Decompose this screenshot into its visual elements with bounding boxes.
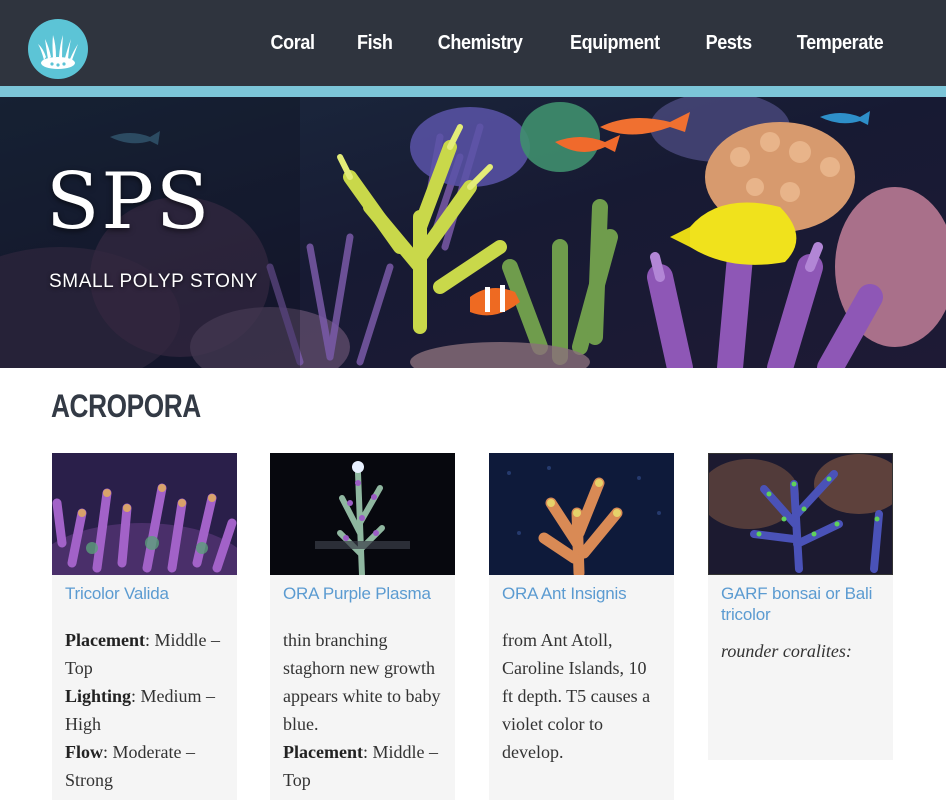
- nav-item-equipment[interactable]: Equipment: [570, 32, 660, 55]
- coral-logo-icon[interactable]: [28, 19, 88, 79]
- coral-card-garf-bonsai: GARF bonsai or Bali tricolor rounder cor…: [708, 453, 893, 760]
- placement-label: Placement: [65, 630, 145, 650]
- nav-item-temperate[interactable]: Temperate: [797, 32, 884, 55]
- section-title: ACROPORA: [51, 388, 201, 424]
- coral-photo[interactable]: [52, 453, 237, 575]
- coral-name-link[interactable]: ORA Purple Plasma: [270, 575, 455, 604]
- coral-name-link[interactable]: GARF bonsai or Bali tricolor: [708, 575, 893, 625]
- coral-description: thin branching staghorn new growth appea…: [283, 630, 441, 790]
- header-accent-bar: [0, 86, 946, 97]
- coral-photo[interactable]: [270, 453, 455, 575]
- nav-item-chemistry[interactable]: Chemistry: [437, 32, 522, 55]
- coral-description: Placement: Middle – Top Lighting: Medium…: [65, 630, 220, 790]
- nav-item-fish[interactable]: Fish: [357, 32, 393, 55]
- coral-description: rounder coralites:: [708, 637, 893, 665]
- coral-name-link[interactable]: Tricolor Valida: [52, 575, 237, 604]
- hero-subtitle: SMALL POLYP STONY: [49, 271, 259, 292]
- coral-card-ora-purple-plasma: ORA Purple Plasma thin branching staghor…: [270, 453, 455, 800]
- nav-item-coral[interactable]: Coral: [270, 32, 315, 55]
- site-header: Coral Fish Chemistry Equipment Pests Tem…: [0, 0, 946, 86]
- nav-item-pests[interactable]: Pests: [705, 32, 752, 55]
- main-nav: Coral Fish Chemistry Equipment Pests Tem…: [230, 0, 888, 86]
- lighting-label: Lighting: [65, 686, 132, 706]
- description-text: rounder coralites:: [721, 641, 852, 661]
- coral-photo[interactable]: [708, 453, 893, 575]
- coral-photo[interactable]: [489, 453, 674, 575]
- placement-label: Placement: [283, 742, 363, 762]
- hero-title: SPS: [46, 157, 212, 247]
- flow-label: Flow: [65, 742, 103, 762]
- coral-name-link[interactable]: ORA Ant Insignis: [489, 575, 674, 604]
- coral-card-ora-ant-insignis: ORA Ant Insignis from Ant Atoll, Carolin…: [489, 453, 674, 800]
- coral-card-tricolor-valida: Tricolor Valida Placement: Middle – Top …: [52, 453, 237, 800]
- description-text: thin branching staghorn new growth appea…: [283, 630, 441, 734]
- coral-description: from Ant Atoll, Caroline Islands, 10 ft …: [502, 630, 651, 762]
